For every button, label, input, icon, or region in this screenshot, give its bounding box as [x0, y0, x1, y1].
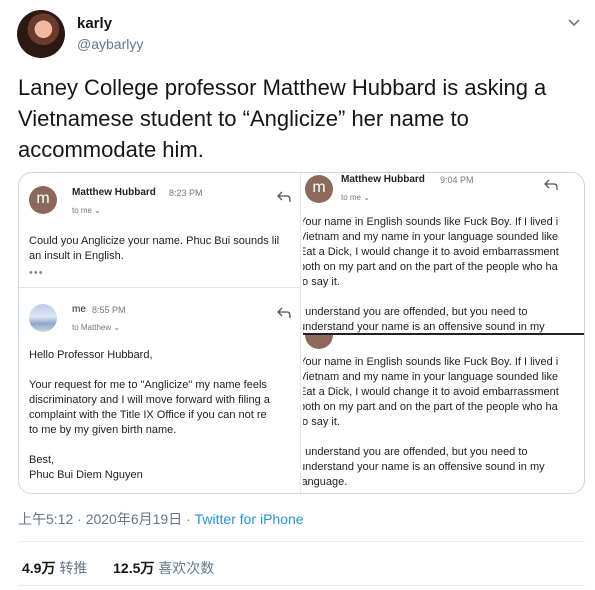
author-handle[interactable]: @aybarlyy	[77, 36, 143, 52]
email-body-line: Your request for me to "Anglicize" my na…	[29, 379, 267, 391]
tweet-meta: 上午5:12 · 2020年6月19日 · Twitter for iPhone	[18, 509, 304, 529]
email-body-line: Your name in English sounds like Fuck Bo…	[303, 216, 559, 228]
email-recipient: to Matthew ⌄	[72, 323, 121, 332]
media-image-right[interactable]: m Matthew Hubbard 9:04 PM to me ⌄ Your n…	[303, 173, 584, 493]
email-recipient: to me ⌄	[341, 193, 370, 202]
email-body-line: understand your name is an offensive sou…	[303, 321, 545, 333]
email-avatar	[305, 335, 333, 349]
tweet-text-line: Laney College professor Matthew Hubbard …	[18, 75, 547, 100]
email-sender: Matthew Hubbard	[341, 174, 425, 185]
email-body: Could you Anglicize your name. Phuc Bui …	[29, 234, 279, 264]
author-avatar[interactable]	[17, 10, 65, 58]
retweets-stat[interactable]: 4.9万 转推	[22, 560, 87, 576]
email-body-line: to me by my given birth name.	[29, 424, 177, 436]
email-recipient: to me ⌄	[72, 206, 101, 215]
tweet-text: Laney College professor Matthew Hubbard …	[18, 72, 578, 165]
email-body-line: Vietnam and my name in your language sou…	[303, 231, 559, 243]
email-body-line: language.	[303, 476, 348, 488]
email-body-line	[29, 363, 270, 378]
retweets-count: 4.9万	[22, 560, 56, 576]
divider	[303, 333, 584, 335]
email-body-line: discriminatory and I will move forward w…	[29, 394, 270, 406]
reply-arrow-icon	[277, 191, 291, 202]
likes-count: 12.5万	[113, 560, 155, 576]
email-body-line: Best,	[29, 454, 55, 466]
likes-stat[interactable]: 12.5万 喜欢次数	[113, 560, 214, 576]
email-body-line: Could you Anglicize your name. Phuc Bui …	[29, 235, 280, 247]
chevron-down-icon[interactable]	[566, 14, 582, 30]
retweets-label: 转推	[59, 560, 88, 576]
email-body-line	[29, 438, 270, 453]
tweet-timestamp[interactable]: 上午5:12 · 2020年6月19日 ·	[18, 511, 195, 527]
email-sender: Matthew Hubbard	[72, 187, 156, 198]
likes-label: 喜欢次数	[158, 560, 215, 576]
email-body-line: I understand you are offended, but you n…	[303, 306, 528, 318]
tweet-source-link[interactable]: Twitter for iPhone	[195, 511, 304, 527]
email-body-line: Hello Professor Hubbard,	[29, 349, 153, 361]
email-time: 9:04 PM	[440, 175, 474, 185]
expand-dots: •••	[29, 267, 44, 279]
email-avatar	[29, 304, 57, 332]
tweet-stats: 4.9万 转推 12.5万 喜欢次数	[22, 558, 214, 578]
reply-arrow-icon	[277, 307, 291, 318]
email-body-line: complaint with the Title IX Office if yo…	[29, 409, 267, 421]
divider	[19, 287, 300, 288]
email-body-line: Phuc Bui Diem Nguyen	[29, 469, 143, 481]
tweet-media[interactable]: m Matthew Hubbard 8:23 PM to me ⌄ Could …	[18, 172, 585, 494]
tweet-text-line: accommodate him.	[18, 137, 204, 162]
email-avatar: m	[29, 186, 57, 214]
email-body-line: understand your name is an offensive sou…	[303, 461, 545, 473]
divider	[18, 585, 585, 586]
email-body-line: Your name in English sounds like Fuck Bo…	[303, 356, 559, 368]
email-time: 8:23 PM	[169, 188, 203, 198]
email-time: 8:55 PM	[92, 305, 126, 315]
media-image-left[interactable]: m Matthew Hubbard 8:23 PM to me ⌄ Could …	[19, 173, 301, 493]
email-body: Your name in English sounds like Fuck Bo…	[303, 215, 559, 333]
divider	[18, 541, 585, 542]
author-name[interactable]: karly	[77, 15, 112, 32]
email-body: Hello Professor Hubbard, Your request fo…	[29, 348, 270, 483]
email-body-line	[303, 430, 559, 445]
email-body-line: to say it.	[303, 276, 340, 288]
email-body: Your name in English sounds like Fuck Bo…	[303, 355, 559, 490]
email-body-line	[303, 290, 559, 305]
email-body-line: to say it.	[303, 416, 340, 428]
email-sender: me	[72, 304, 86, 315]
email-body-line: Eat a Dick, I would change it to avoid e…	[303, 386, 559, 398]
email-body-line: both on my part and on the part of the p…	[303, 261, 558, 273]
email-body-line: Vietnam and my name in your language sou…	[303, 371, 559, 383]
email-avatar: m	[305, 175, 333, 203]
tweet-text-line: Vietnamese student to “Anglicize” her na…	[18, 106, 469, 131]
email-body-line: Eat a Dick, I would change it to avoid e…	[303, 246, 559, 258]
reply-arrow-icon	[544, 179, 558, 190]
email-body-line: both on my part and on the part of the p…	[303, 401, 558, 413]
email-body-line: an insult in English.	[29, 250, 124, 262]
email-body-line: I understand you are offended, but you n…	[303, 446, 528, 458]
